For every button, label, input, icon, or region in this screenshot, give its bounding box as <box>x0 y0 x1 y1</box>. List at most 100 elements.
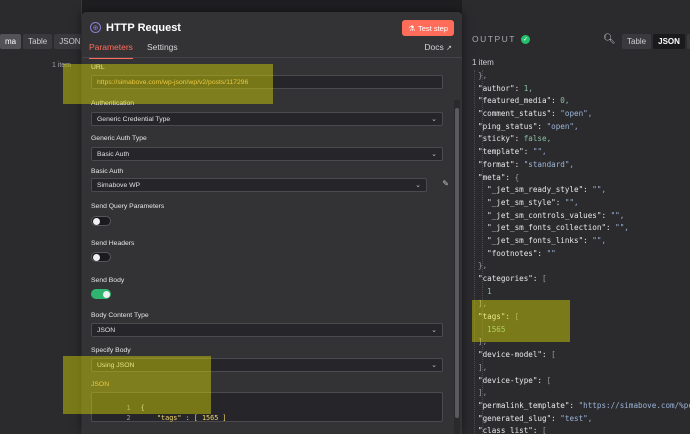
input-view-tabs: ma Table JSON <box>0 34 86 49</box>
scroll-thumb[interactable] <box>455 108 459 418</box>
specify-body-select[interactable]: Using JSON ⌄ <box>91 358 443 372</box>
send-query-parameters-toggle[interactable] <box>91 216 111 226</box>
json-value: { <box>514 172 520 182</box>
authentication-select[interactable]: Generic Credential Type ⌄ <box>91 112 443 126</box>
toggle-knob <box>93 218 100 225</box>
send-body-label: Send Body <box>91 277 125 284</box>
node-title[interactable]: HTTP Request <box>106 22 181 34</box>
output-tab-json[interactable]: JSON <box>653 34 685 49</box>
json-value: [ <box>551 350 556 360</box>
flask-icon: ⚗ <box>408 23 415 33</box>
chevron-down-icon: ⌄ <box>415 182 421 189</box>
json-key: "_jet_sm_style": <box>478 197 565 207</box>
json-value: "", <box>615 223 629 233</box>
input-tab-table[interactable]: Table <box>23 34 53 49</box>
json-value: }, <box>478 261 488 271</box>
input-tab-schema[interactable]: ma <box>0 34 22 49</box>
authentication-label: Authentication <box>91 100 135 107</box>
json-key: "permalink_template": <box>478 400 579 410</box>
body-content-type-select[interactable]: JSON ⌄ <box>91 323 443 337</box>
json-line: ], <box>478 362 690 375</box>
json-line: "_jet_sm_fonts_links": "", <box>478 235 690 248</box>
json-value: "", <box>592 235 607 245</box>
url-value: https://simabove.com/wp-json/wp/v2/posts… <box>97 78 249 86</box>
success-check-icon: ✓ <box>520 34 530 44</box>
test-step-button[interactable]: ⚗ Test step <box>402 20 454 36</box>
url-label: URL <box>91 64 105 71</box>
json-key: "_jet_sm_controls_values": <box>478 210 611 220</box>
json-key: "comment_status": <box>478 109 561 119</box>
json-key: "categories": <box>478 274 543 283</box>
send-body-toggle[interactable] <box>91 289 111 299</box>
json-line: "tags": [ <box>478 311 690 324</box>
json-key: "meta": <box>478 172 515 182</box>
json-line: "meta": { <box>478 172 690 185</box>
basic-auth-credential-select[interactable]: Simabove WP ⌄ <box>91 178 427 192</box>
json-line: }, <box>478 260 690 273</box>
json-value: 1, <box>523 83 533 93</box>
generic-auth-type-label: Generic Auth Type <box>91 135 147 142</box>
json-key: "featured_media": <box>478 96 561 106</box>
json-value: ], <box>478 299 488 309</box>
json-key: "_jet_sm_ready_style": <box>478 185 593 195</box>
line-number: 2 <box>126 414 131 422</box>
edit-credential-pencil-icon[interactable]: ✎ <box>442 179 449 188</box>
json-code-editor[interactable]: 1{ 2 "tags" : [ 1565 ] <box>91 392 443 422</box>
json-key: "_jet_sm_fonts_links": <box>478 235 593 245</box>
json-line: "ping_status": "open", <box>478 121 690 134</box>
input-item-count: 1 item <box>51 62 71 69</box>
json-label: JSON <box>91 381 110 388</box>
output-title: OUTPUT <box>472 34 516 44</box>
output-item-count: 1 item <box>472 58 494 67</box>
external-link-icon: ↗ <box>446 45 452 52</box>
json-value: "" <box>546 248 556 258</box>
json-value: ], <box>478 362 488 372</box>
json-line: "device-model": [ <box>478 349 690 362</box>
json-line: "featured_media": 0, <box>478 95 690 108</box>
modal-header: ⊕ HTTP Request ⚗ Test step Parameters Se… <box>82 12 462 68</box>
toggle-knob <box>93 254 100 261</box>
modal-scrollbar[interactable] <box>454 100 460 434</box>
json-key: "ping_status": <box>478 121 547 131</box>
json-line: 1 <box>478 286 690 299</box>
json-key: "template": <box>478 147 533 157</box>
json-value: 0, <box>560 96 570 106</box>
generic-auth-type-value: Basic Auth <box>97 150 130 158</box>
tabs-divider <box>82 57 462 58</box>
output-header: OUTPUT ✓ <box>472 34 530 44</box>
generic-auth-type-select[interactable]: Basic Auth ⌄ <box>91 147 443 161</box>
send-headers-toggle[interactable] <box>91 252 111 262</box>
json-key: "format": <box>478 159 524 169</box>
code-line: 1{ <box>92 396 144 412</box>
docs-link[interactable]: Docs ↗ <box>424 42 452 52</box>
json-value: [ <box>546 375 552 385</box>
send-headers-label: Send Headers <box>91 240 135 247</box>
json-line: "generated_slug": "test", <box>478 413 690 426</box>
json-line: ], <box>478 336 690 349</box>
json-line: "categories": [ <box>478 273 690 286</box>
basic-auth-label: Basic Auth <box>91 168 124 175</box>
json-line: "sticky": false, <box>478 133 690 146</box>
json-line: "author": 1, <box>478 83 690 96</box>
json-value: "standard", <box>523 159 575 169</box>
json-value: "", <box>564 197 579 207</box>
json-value: "https://simabove.com/%postn <box>578 400 690 410</box>
json-key: "author": <box>478 83 524 93</box>
input-tab-json[interactable]: JSON <box>54 34 86 49</box>
search-icon[interactable]: 🔍︎ <box>603 34 616 45</box>
chevron-down-icon: ⌄ <box>431 116 437 123</box>
url-input[interactable]: https://simabove.com/wp-json/wp/v2/posts… <box>91 75 443 89</box>
output-view-tabs: Table JSON Sc <box>622 34 690 49</box>
json-value: [ <box>542 274 547 283</box>
output-tab-table[interactable]: Table <box>622 34 652 49</box>
json-line: "device-type": [ <box>478 375 690 388</box>
json-line: "_jet_sm_ready_style": "", <box>478 184 690 197</box>
json-value: "open", <box>546 121 579 131</box>
json-key: "footnotes": <box>478 248 547 258</box>
test-step-label: Test step <box>417 23 448 33</box>
specify-body-label: Specify Body <box>91 347 131 354</box>
json-line: "_jet_sm_style": "", <box>478 197 690 210</box>
json-output-view[interactable]: }, "author": 1, "featured_media": 0, "comme… <box>478 70 690 434</box>
json-value: [ <box>542 426 547 434</box>
json-value: false, <box>523 134 552 144</box>
